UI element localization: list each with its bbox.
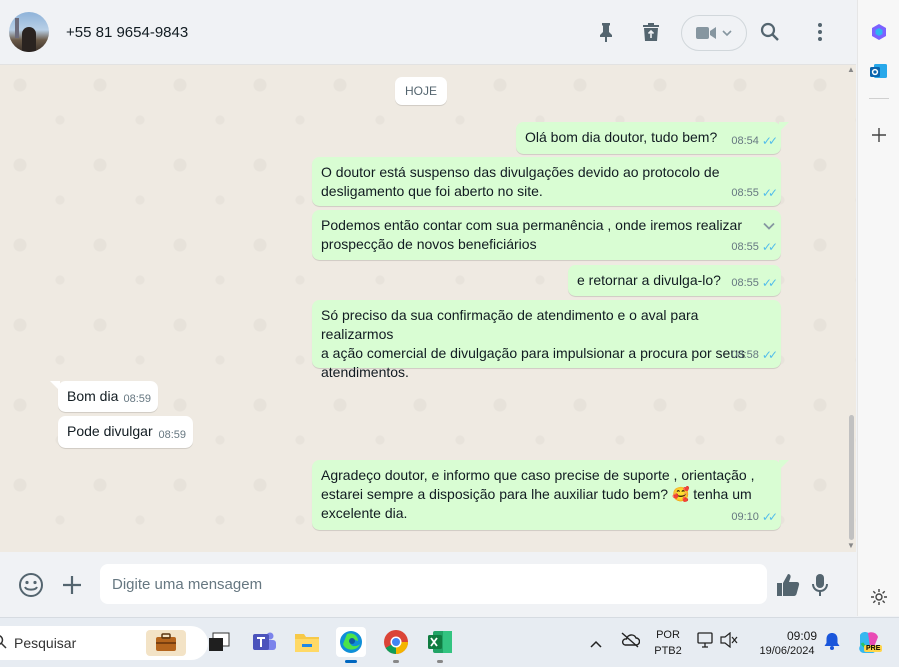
briefcase-icon (146, 630, 186, 661)
task-view-icon[interactable] (204, 627, 234, 657)
message-options-chevron-icon[interactable] (763, 216, 775, 235)
read-ticks-icon: ✓✓ (761, 240, 778, 254)
file-explorer-icon[interactable] (292, 627, 322, 657)
message-time: 08:59 (123, 393, 151, 405)
message-time: 08:58 (731, 349, 759, 361)
message-time: 08:55 (731, 241, 759, 253)
add-panel-icon[interactable] (868, 124, 890, 146)
whatsapp-window: +55 81 9654-9843 HOJE Olá bom dia doutor… (0, 0, 856, 616)
date-chip: HOJE (395, 77, 447, 105)
chat-scrollbar[interactable]: ▲ ▼ (846, 65, 856, 552)
message-text-line: estarei sempre a disposição para lhe aux… (321, 486, 752, 502)
message-text: e retornar a divulga-lo? (577, 272, 721, 288)
volume-muted-icon[interactable] (720, 631, 738, 653)
message-text: Olá bom dia doutor, tudo bem? (525, 129, 718, 145)
microphone-icon[interactable] (807, 572, 833, 598)
copilot-icon[interactable] (868, 21, 890, 43)
attach-plus-icon[interactable] (59, 572, 85, 598)
read-ticks-icon: ✓✓ (761, 510, 778, 524)
scroll-thumb[interactable] (849, 415, 854, 540)
read-ticks-icon: ✓✓ (761, 134, 778, 148)
edge-browser-icon[interactable] (336, 627, 366, 663)
message-text-line: atendimentos. (321, 364, 409, 380)
message-outgoing[interactable]: Agradeço doutor, e informo que caso prec… (312, 460, 789, 530)
message-time: 08:55 (731, 277, 759, 289)
taskbar-search[interactable]: Pesquisar (0, 626, 208, 660)
chevron-down-icon (722, 30, 732, 37)
excel-icon[interactable] (425, 627, 455, 663)
read-ticks-icon: ✓✓ (761, 186, 778, 200)
show-hidden-icons-chevron-icon[interactable] (590, 635, 602, 653)
thumbs-up-icon[interactable] (775, 572, 801, 598)
message-incoming[interactable]: Bom dia 08:59 (50, 381, 158, 412)
message-text-line: prospecção de novos beneficiários (321, 236, 537, 252)
clock-time[interactable]: 09:09 (778, 629, 826, 643)
browser-side-panel (857, 0, 899, 616)
input-language-top[interactable]: POR (654, 629, 682, 641)
video-call-button[interactable] (681, 15, 747, 51)
input-language-bottom[interactable]: PTB2 (652, 645, 684, 657)
contact-avatar[interactable] (9, 12, 49, 52)
copilot-preview-icon[interactable]: PRE (856, 629, 883, 655)
message-list[interactable]: HOJE Olá bom dia doutor, tudo bem? 08:54… (0, 65, 856, 552)
menu-dots-icon[interactable] (808, 20, 832, 44)
outlook-icon[interactable] (868, 60, 890, 82)
chrome-icon[interactable] (381, 627, 411, 663)
delete-icon[interactable] (639, 20, 663, 44)
search-icon (0, 634, 8, 655)
message-outgoing[interactable]: Só preciso da sua confirmação de atendim… (312, 300, 781, 380)
message-input[interactable] (100, 564, 767, 604)
network-icon[interactable] (696, 632, 714, 653)
message-outgoing[interactable]: Olá bom dia doutor, tudo bem? 08:54 ✓✓ (516, 122, 789, 154)
message-outgoing[interactable]: e retornar a divulga-lo? 08:55 ✓✓ (568, 265, 781, 296)
preview-badge: PRE (864, 645, 883, 652)
message-time: 08:55 (731, 187, 759, 199)
message-outgoing[interactable]: O doutor está suspenso das divulgações d… (312, 157, 781, 206)
message-text-line: excelente dia. (321, 505, 408, 521)
search-icon[interactable] (758, 20, 782, 44)
onedrive-offline-icon[interactable] (620, 632, 641, 653)
search-label: Pesquisar (14, 635, 77, 651)
message-text-line: O doutor está suspenso das divulgações d… (321, 164, 720, 180)
chat-header: +55 81 9654-9843 (0, 0, 856, 65)
read-ticks-icon: ✓✓ (761, 348, 778, 362)
composer-bar (0, 552, 856, 616)
emoji-icon[interactable] (18, 572, 44, 598)
message-text-line: Agradeço doutor, e informo que caso prec… (321, 467, 755, 483)
windows-taskbar: Pesquisar POR PTB2 09:09 19/06/2024 PRE (0, 617, 899, 667)
video-camera-icon (696, 27, 716, 39)
notification-bell-icon[interactable] (824, 632, 840, 655)
message-text-line: a ação comercial de divulgação para impu… (321, 345, 746, 361)
scroll-up-arrow-icon[interactable]: ▲ (847, 65, 855, 74)
scroll-down-arrow-icon[interactable]: ▼ (847, 541, 855, 550)
message-text-line: desligamento que foi aberto no site. (321, 183, 543, 199)
message-incoming[interactable]: Pode divulgar 08:59 (58, 416, 193, 448)
message-time: 08:54 (731, 135, 759, 147)
contact-name[interactable]: +55 81 9654-9843 (66, 24, 188, 41)
message-outgoing[interactable]: Podemos então contar com sua permanência… (312, 210, 781, 260)
read-ticks-icon: ✓✓ (761, 276, 778, 290)
message-text: Pode divulgar (67, 423, 153, 439)
message-text-line: Podemos então contar com sua permanência… (321, 217, 742, 233)
message-text: Bom dia (67, 388, 119, 404)
pin-icon[interactable] (594, 20, 618, 44)
clock-date[interactable]: 19/06/2024 (752, 645, 822, 657)
message-time: 08:59 (158, 429, 186, 441)
teams-icon[interactable] (249, 627, 279, 657)
settings-gear-icon[interactable] (868, 586, 890, 608)
message-time: 09:10 (731, 511, 759, 523)
message-text-line: Só preciso da sua confirmação de atendim… (321, 307, 699, 342)
